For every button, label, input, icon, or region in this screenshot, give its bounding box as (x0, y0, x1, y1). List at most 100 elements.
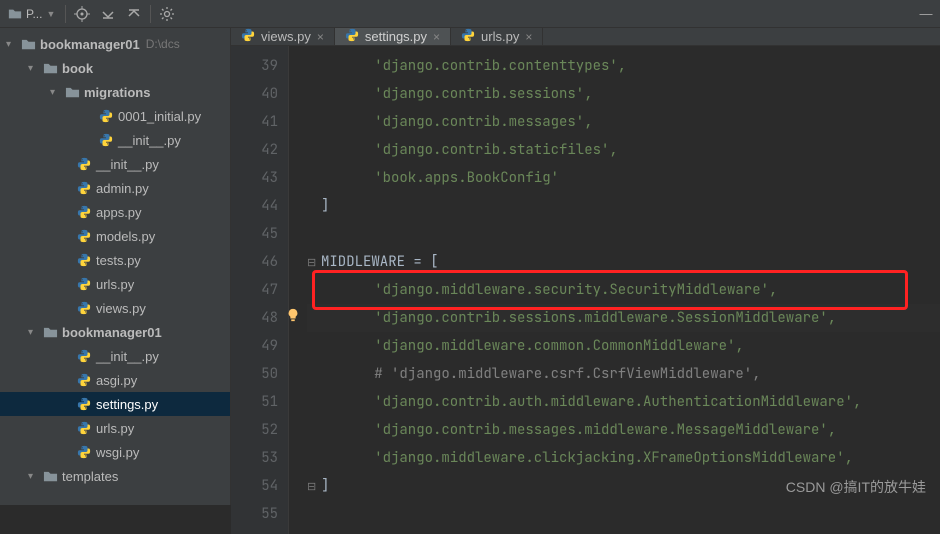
code-line[interactable]: 'django.contrib.auth.middleware.Authenti… (307, 388, 940, 416)
tab-label: settings.py (365, 29, 427, 44)
python-file-icon (76, 420, 92, 436)
folder-icon (42, 60, 58, 76)
tree-label: __init__.py (118, 133, 181, 148)
folder-icon (20, 36, 36, 52)
tree-file[interactable]: 0001_initial.py (0, 104, 230, 128)
close-icon[interactable]: × (317, 30, 324, 44)
collapse-icon[interactable] (124, 4, 144, 24)
code-line[interactable] (307, 500, 940, 528)
code-lines[interactable]: 'django.contrib.contenttypes', 'django.c… (289, 46, 940, 534)
code-line[interactable]: 'book.apps.BookConfig' (307, 164, 940, 192)
top-toolbar: P... ▼ — (0, 0, 940, 28)
tree-folder-migrations[interactable]: ▾ migrations (0, 80, 230, 104)
tree-file[interactable]: wsgi.py (0, 440, 230, 464)
hide-icon[interactable]: — (916, 4, 936, 24)
tree-label: settings.py (96, 397, 158, 412)
tree-file[interactable]: admin.py (0, 176, 230, 200)
tree-folder-pkg[interactable]: ▾ bookmanager01 (0, 320, 230, 344)
separator (150, 5, 151, 23)
chevron-down-icon: ▼ (46, 9, 55, 19)
editor-tab[interactable]: views.py × (231, 28, 335, 45)
python-file-icon (76, 204, 92, 220)
editor-tab[interactable]: urls.py× (451, 28, 543, 45)
chevron-down-icon: ▾ (28, 327, 40, 338)
code-line[interactable] (307, 220, 940, 248)
python-file-icon (76, 252, 92, 268)
tree-file[interactable]: models.py (0, 224, 230, 248)
tree-file[interactable]: urls.py (0, 272, 230, 296)
tree-root[interactable]: ▾ bookmanager01 D:\dcs (0, 32, 230, 56)
code-line[interactable]: 'django.middleware.common.CommonMiddlewa… (307, 332, 940, 360)
code-line[interactable]: 'django.middleware.clickjacking.XFrameOp… (307, 444, 940, 472)
tree-file[interactable]: views.py (0, 296, 230, 320)
tree-label: apps.py (96, 205, 142, 220)
python-file-icon (76, 228, 92, 244)
python-file-icon (241, 28, 255, 45)
python-file-icon (345, 28, 359, 45)
tree-label: templates (62, 469, 118, 484)
chevron-down-icon: ▾ (28, 63, 40, 74)
code-line[interactable]: ] (307, 192, 940, 220)
code-line[interactable]: ⊟MIDDLEWARE = [ (307, 248, 940, 276)
separator (65, 5, 66, 23)
python-file-icon (76, 276, 92, 292)
python-file-icon (76, 444, 92, 460)
editor-tab[interactable]: settings.py × (335, 28, 451, 45)
project-dropdown[interactable]: P... ▼ (4, 7, 59, 21)
code-line[interactable]: 'django.contrib.contenttypes', (307, 52, 940, 80)
tree-file[interactable]: __init__.py (0, 152, 230, 176)
code-line[interactable]: # 'django.middleware.csrf.CsrfViewMiddle… (307, 360, 940, 388)
tree-file[interactable]: __init__.py (0, 344, 230, 368)
tree-file[interactable]: settings.py (0, 392, 230, 416)
python-file-icon (98, 108, 114, 124)
fold-icon[interactable]: ⊟ (307, 473, 321, 501)
close-icon[interactable]: × (433, 30, 440, 44)
gutter: 3940414243444546474849505152535455 (231, 46, 289, 534)
main-area: ▾ bookmanager01 D:\dcs ▾ book ▾ migratio… (0, 28, 940, 505)
close-icon[interactable]: × (525, 30, 532, 44)
python-file-icon (76, 300, 92, 316)
python-file-icon (98, 132, 114, 148)
gear-icon[interactable] (157, 4, 177, 24)
python-file-icon (461, 28, 475, 45)
tree-label: views.py (96, 301, 146, 316)
python-file-icon (76, 180, 92, 196)
tree-label: migrations (84, 85, 150, 100)
code-editor[interactable]: 3940414243444546474849505152535455 'djan… (231, 46, 940, 534)
expand-icon[interactable] (98, 4, 118, 24)
project-label: P... (26, 7, 42, 21)
intention-bulb-icon[interactable] (286, 304, 300, 318)
folder-icon (8, 7, 22, 21)
python-file-icon (76, 396, 92, 412)
tree-file[interactable]: apps.py (0, 200, 230, 224)
tree-folder-book[interactable]: ▾ book (0, 56, 230, 80)
watermark: CSDN @搞IT的放牛娃 (786, 477, 926, 497)
tree-file[interactable]: asgi.py (0, 368, 230, 392)
target-icon[interactable] (72, 4, 92, 24)
tree-label: models.py (96, 229, 155, 244)
python-file-icon (76, 348, 92, 364)
editor-area: views.py×settings.py×urls.py× 3940414243… (231, 28, 940, 505)
tree-file[interactable]: __init__.py (0, 128, 230, 152)
code-line[interactable]: 'django.contrib.sessions', (307, 80, 940, 108)
folder-icon (64, 84, 80, 100)
code-line[interactable]: 'django.contrib.messages.middleware.Mess… (307, 416, 940, 444)
code-line[interactable]: 'django.contrib.messages', (307, 108, 940, 136)
tree-file[interactable]: urls.py (0, 416, 230, 440)
code-line[interactable]: 'django.contrib.staticfiles', (307, 136, 940, 164)
fold-icon[interactable]: ⊟ (307, 249, 321, 277)
tree-label: admin.py (96, 181, 149, 196)
code-line[interactable]: 'django.middleware.security.SecurityMidd… (307, 276, 940, 304)
python-file-icon (76, 156, 92, 172)
tree-label: bookmanager01 (40, 37, 140, 52)
folder-icon (42, 324, 58, 340)
python-file-icon (76, 372, 92, 388)
tab-label: views.py (261, 29, 311, 44)
chevron-down-icon: ▾ (50, 87, 62, 98)
tree-folder-templates[interactable]: ▾ templates (0, 464, 230, 488)
folder-icon (42, 468, 58, 484)
editor-tabs: views.py×settings.py×urls.py× (231, 28, 940, 46)
code-line[interactable]: 'django.contrib.sessions.middleware.Sess… (307, 304, 940, 332)
tree-label: __init__.py (96, 157, 159, 172)
tree-file[interactable]: tests.py (0, 248, 230, 272)
